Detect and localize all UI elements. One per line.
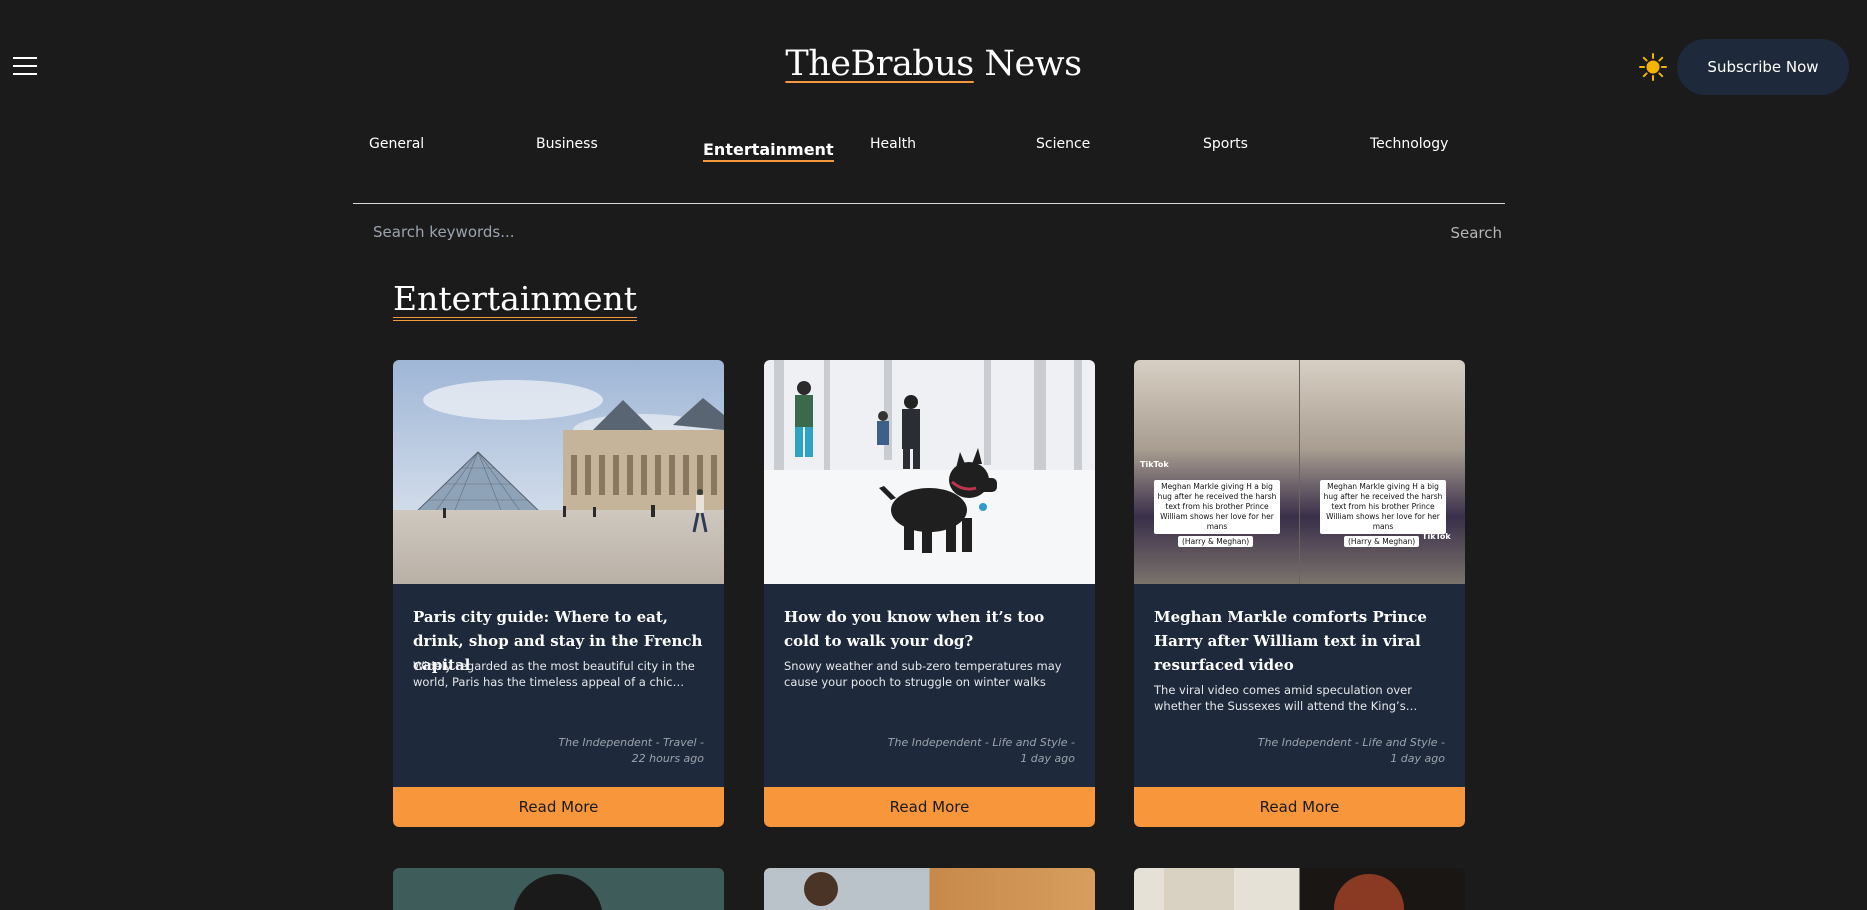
- category-nav: General Business Entertainment Health Sc…: [0, 136, 1867, 166]
- article-title[interactable]: How do you know when it’s too cold to wa…: [784, 605, 1077, 653]
- read-more-button[interactable]: Read More: [764, 787, 1095, 827]
- article-card: Meghan Markle giving H a big hug after h…: [1134, 360, 1465, 827]
- video-tag-right: (Harry & Meghan): [1344, 536, 1420, 547]
- article-time: 1 day ago: [1020, 752, 1075, 765]
- nav-item-science[interactable]: Science: [1036, 136, 1090, 152]
- video-caption-right: Meghan Markle giving H a big hug after h…: [1320, 480, 1446, 534]
- search-button[interactable]: Search: [1422, 219, 1502, 247]
- article-source: The Independent - Life and Style -: [887, 736, 1075, 749]
- article-image: [513, 874, 603, 910]
- sun-icon[interactable]: [1639, 53, 1667, 81]
- read-more-button[interactable]: Read More: [1134, 787, 1465, 827]
- article-card: Paris city guide: Where to eat, drink, s…: [393, 360, 724, 827]
- tiktok-logo: TikTok: [1140, 460, 1169, 469]
- nav-item-business[interactable]: Business: [536, 136, 598, 152]
- article-image[interactable]: [764, 360, 1095, 584]
- tiktok-logo: TikTok: [1422, 532, 1451, 541]
- article-description: Snowy weather and sub-zero temperatures …: [784, 659, 1062, 689]
- article-image[interactable]: [393, 360, 724, 584]
- article-source: The Independent - Travel -: [558, 736, 704, 749]
- subscribe-button[interactable]: Subscribe Now: [1677, 39, 1849, 95]
- article-image: [1164, 868, 1234, 910]
- section-heading: Entertainment: [393, 280, 637, 322]
- nav-item-health[interactable]: Health: [870, 136, 916, 152]
- search-input[interactable]: [353, 216, 1403, 248]
- nav-item-sports[interactable]: Sports: [1203, 136, 1248, 152]
- video-frame-right: [1300, 360, 1465, 584]
- article-description: Widely regarded as the most beautiful ci…: [413, 659, 695, 689]
- article-title[interactable]: Meghan Markle comforts Prince Harry afte…: [1154, 605, 1447, 677]
- article-card: How do you know when it’s too cold to wa…: [764, 360, 1095, 827]
- article-card-partial[interactable]: [764, 868, 1095, 910]
- video-tag-left: (Harry & Meghan): [1178, 536, 1254, 547]
- article-card-partial[interactable]: [1134, 868, 1465, 910]
- nav-item-technology[interactable]: Technology: [1370, 136, 1448, 152]
- read-more-button[interactable]: Read More: [393, 787, 724, 827]
- article-image: [1334, 874, 1404, 910]
- video-caption-left: Meghan Markle giving H a big hug after h…: [1154, 480, 1280, 534]
- article-image[interactable]: Meghan Markle giving H a big hug after h…: [1134, 360, 1465, 584]
- article-meta: The Independent - Life and Style - 1 day…: [875, 735, 1075, 767]
- article-image: [804, 872, 838, 906]
- nav-divider: [353, 203, 1505, 204]
- nav-item-entertainment[interactable]: Entertainment: [703, 140, 834, 162]
- video-frame-left: [1134, 360, 1299, 584]
- article-time: 1 day ago: [1390, 752, 1445, 765]
- site-title-brand: TheBrabus: [785, 44, 974, 84]
- site-title: TheBrabus News: [0, 44, 1867, 84]
- article-meta: The Independent - Travel - 22 hours ago: [504, 735, 704, 767]
- article-time: 22 hours ago: [631, 752, 704, 765]
- article-meta: The Independent - Life and Style - 1 day…: [1245, 735, 1445, 767]
- site-title-rest: News: [973, 44, 1082, 84]
- article-description: The viral video comes amid speculation o…: [1154, 683, 1412, 713]
- article-card-partial[interactable]: [393, 868, 724, 910]
- article-source: The Independent - Life and Style -: [1257, 736, 1445, 749]
- nav-item-general[interactable]: General: [369, 136, 424, 152]
